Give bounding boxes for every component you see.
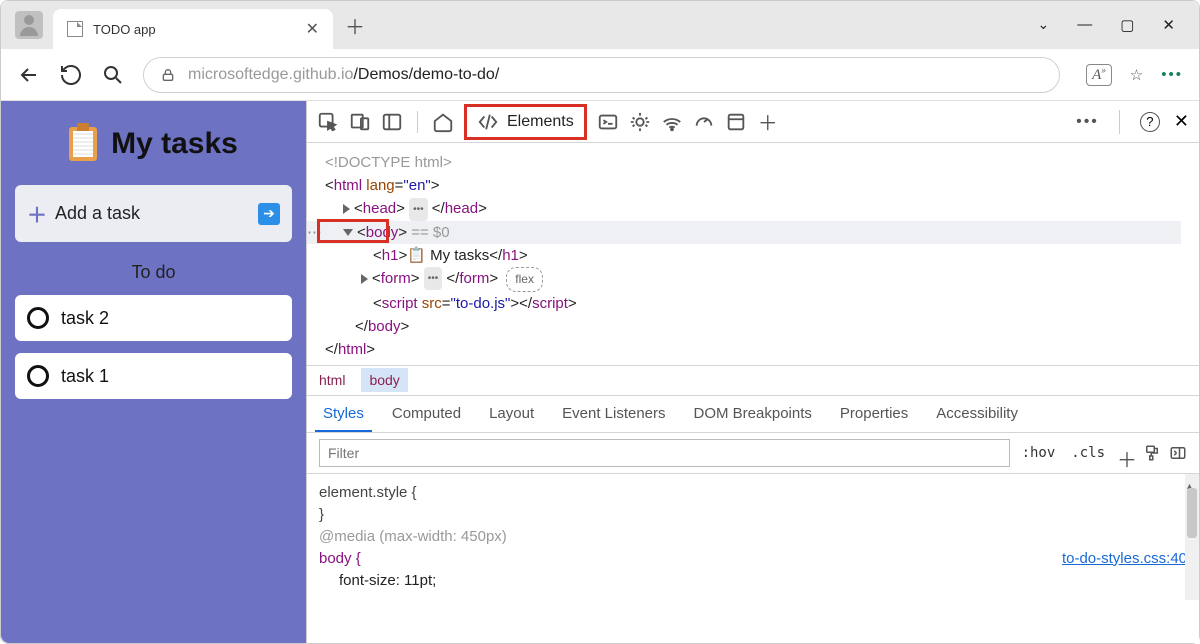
styles-filter-input[interactable] [319, 439, 1010, 467]
task-item[interactable]: task 2 [15, 295, 292, 341]
minimize-icon[interactable]: ― [1077, 16, 1092, 34]
app-heading: My tasks [111, 127, 238, 161]
window-controls: ⌄ ― ▢ ✕ [1038, 16, 1192, 34]
element-actions-icon[interactable]: ⋯ [307, 221, 322, 244]
cls-toggle[interactable]: .cls [1067, 443, 1109, 463]
inspect-element-icon[interactable] [317, 111, 339, 133]
device-toggle-icon[interactable] [349, 111, 371, 133]
address-bar: microsoftedge.github.io/Demos/demo-to-do… [1, 49, 1199, 101]
back-button[interactable] [17, 63, 41, 87]
search-icon[interactable] [101, 63, 125, 87]
devtools-tabs: Elements ＋ ••• ? ✕ [307, 101, 1199, 143]
console-tab-icon[interactable] [597, 111, 619, 133]
performance-tab-icon[interactable] [693, 111, 715, 133]
stylesheet-link[interactable]: to-do-styles.css:40 [1062, 548, 1187, 570]
new-tab-button[interactable]: ＋ [345, 11, 365, 40]
network-tab-icon[interactable] [661, 111, 683, 133]
subtab-computed[interactable]: Computed [392, 405, 461, 422]
subtab-styles[interactable]: Styles [323, 405, 364, 422]
new-style-rule-icon[interactable]: ＋ [1117, 444, 1135, 462]
dom-breadcrumb: html body [307, 365, 1199, 395]
subtab-dom-breakpoints[interactable]: DOM Breakpoints [694, 405, 812, 422]
url-field[interactable]: microsoftedge.github.io/Demos/demo-to-do… [143, 57, 1060, 93]
add-task-input[interactable]: ＋ Add a task ➔ [15, 185, 292, 242]
computed-panel-icon[interactable] [1169, 444, 1187, 462]
submit-task-button[interactable]: ➔ [258, 203, 280, 225]
maximize-icon[interactable]: ▢ [1120, 16, 1134, 34]
todo-app-pane: My tasks ＋ Add a task ➔ To do task 2 tas… [1, 101, 307, 643]
help-icon[interactable]: ? [1140, 112, 1160, 132]
panel-layout-icon[interactable] [381, 111, 403, 133]
task-item[interactable]: task 1 [15, 353, 292, 399]
clipboard-icon [69, 127, 97, 161]
plus-icon: ＋ [27, 199, 47, 228]
close-tab-icon[interactable]: ✕ [306, 19, 319, 39]
close-window-icon[interactable]: ✕ [1162, 16, 1175, 34]
welcome-tab-icon[interactable] [432, 111, 454, 133]
task-checkbox[interactable] [27, 365, 49, 387]
flex-badge[interactable]: flex [506, 267, 543, 292]
subtab-properties[interactable]: Properties [840, 405, 908, 422]
section-heading: To do [15, 262, 292, 283]
more-menu-icon[interactable]: ••• [1161, 66, 1183, 83]
subtab-accessibility[interactable]: Accessibility [936, 405, 1018, 422]
add-task-placeholder: Add a task [55, 203, 250, 224]
task-checkbox[interactable] [27, 307, 49, 329]
breadcrumb-item[interactable]: html [319, 372, 345, 388]
task-label: task 1 [61, 366, 109, 387]
favorite-icon[interactable]: ☆ [1130, 66, 1143, 84]
sources-tab-icon[interactable] [629, 111, 651, 133]
more-tabs-icon[interactable]: ＋ [757, 111, 779, 133]
subtab-event-listeners[interactable]: Event Listeners [562, 405, 665, 422]
page-favicon [67, 21, 83, 37]
elements-tab[interactable]: Elements [464, 104, 587, 140]
subtab-layout[interactable]: Layout [489, 405, 534, 422]
scrollbar[interactable]: ▴ [1185, 474, 1199, 600]
browser-titlebar: TODO app ✕ ＋ ⌄ ― ▢ ✕ [1, 1, 1199, 49]
hov-toggle[interactable]: :hov [1018, 443, 1060, 463]
refresh-button[interactable] [59, 63, 83, 87]
paint-icon[interactable] [1143, 444, 1161, 462]
styles-pane[interactable]: element.style { } @media (max-width: 450… [307, 474, 1199, 600]
styles-filter-row: :hov .cls ＋ [307, 433, 1199, 474]
close-devtools-icon[interactable]: ✕ [1174, 111, 1189, 132]
devtools-panel: Elements ＋ ••• ? ✕ <!DOCTYPE html> <html… [307, 101, 1199, 643]
browser-tab[interactable]: TODO app ✕ [53, 9, 333, 49]
tab-title: TODO app [93, 22, 296, 37]
task-label: task 2 [61, 308, 109, 329]
application-tab-icon[interactable] [725, 111, 747, 133]
dom-tree[interactable]: <!DOCTYPE html> <html lang="en"> <head> … [307, 143, 1199, 365]
elements-tab-label: Elements [507, 113, 574, 131]
chevron-down-icon[interactable]: ⌄ [1038, 16, 1050, 34]
devtools-more-icon[interactable]: ••• [1076, 113, 1099, 131]
breadcrumb-item[interactable]: body [361, 368, 407, 392]
profile-avatar[interactable] [15, 11, 43, 39]
reader-mode-icon[interactable]: A» [1086, 64, 1112, 86]
styles-subtabs: Styles Computed Layout Event Listeners D… [307, 395, 1199, 433]
lock-icon [160, 67, 176, 83]
url-text: microsoftedge.github.io/Demos/demo-to-do… [188, 66, 499, 84]
